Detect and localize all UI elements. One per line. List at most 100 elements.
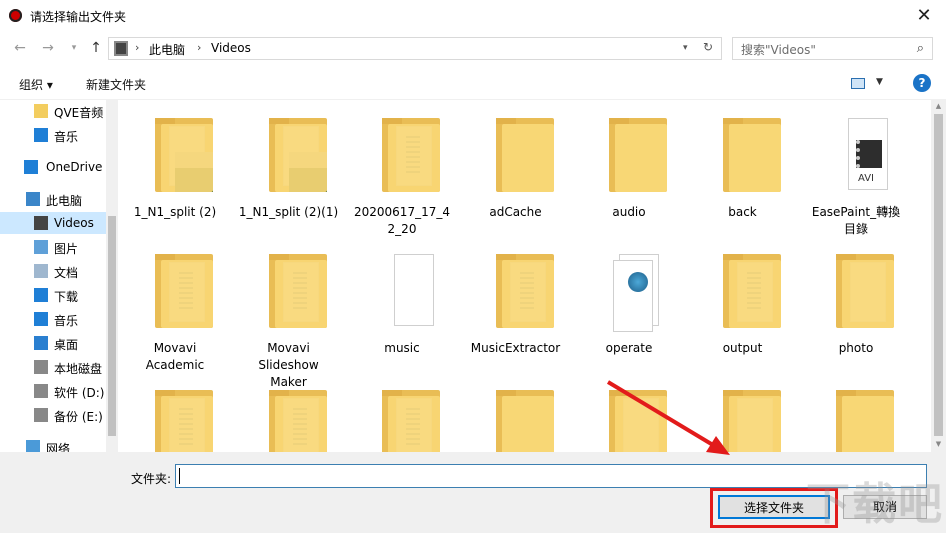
file-name: 1_N1_split (2) <box>133 205 217 219</box>
folder-front <box>842 396 894 452</box>
app-icon <box>9 9 22 22</box>
sidebar-item[interactable]: 网络 <box>0 436 118 452</box>
file-tile[interactable]: 1_N1_split (2)(1) <box>233 100 345 230</box>
music-icon <box>34 128 48 142</box>
file-tile[interactable]: photo <box>800 236 912 366</box>
sidebar-item-label: QVE音频 <box>54 106 104 120</box>
sidebar-item-label: 音乐 <box>54 130 79 144</box>
search-box[interactable]: 搜索"Videos" ⌕ <box>732 37 933 60</box>
refresh-icon[interactable]: ↻ <box>703 40 713 54</box>
folder-front <box>161 396 213 452</box>
file-name: 20200617_17_4 2_20 <box>354 205 450 236</box>
back-arrow-icon[interactable]: ← <box>10 38 30 58</box>
file-tile[interactable]: back <box>687 100 799 230</box>
sidebar-item[interactable]: OneDrive <box>0 156 118 178</box>
file-tile[interactable]: adCache <box>460 100 572 230</box>
file-tile[interactable]: operate <box>573 236 685 366</box>
help-icon[interactable]: ? <box>913 74 931 92</box>
folder-front <box>501 396 554 452</box>
address-dropdown-icon[interactable]: ▾ <box>683 43 688 53</box>
breadcrumb-this-pc[interactable]: 此电脑 <box>149 41 185 58</box>
file-name: photo <box>838 341 874 355</box>
sidebar-item-label: OneDrive <box>46 160 103 174</box>
file-tile[interactable]: 1_N1_split (2) <box>119 100 231 230</box>
file-tile[interactable]: output <box>687 236 799 366</box>
sidebar-item[interactable]: 此电脑 <box>0 188 118 210</box>
content-scroll-thumb[interactable] <box>934 114 943 436</box>
sidebar-item[interactable]: 软件 (D:) <box>0 380 118 402</box>
file-tile[interactable]: Movavi Slideshow Maker <box>233 236 345 389</box>
sidebar-item-label: 备份 (E:) <box>54 410 103 424</box>
file-tile[interactable] <box>460 372 572 452</box>
up-arrow-icon[interactable]: ↑ <box>86 38 106 58</box>
file-tile[interactable]: MusicExtractor <box>460 236 572 366</box>
folder-front <box>388 396 440 452</box>
file-tile[interactable] <box>687 372 799 452</box>
sidebar-item[interactable]: 备份 (E:) <box>0 404 118 426</box>
sidebar-item[interactable]: 音乐 <box>0 308 118 330</box>
breadcrumb-videos[interactable]: Videos <box>211 41 251 55</box>
new-folder-button[interactable]: 新建文件夹 <box>86 76 146 93</box>
file-tile[interactable] <box>346 372 458 452</box>
file-name: music <box>384 341 420 355</box>
file-tile[interactable] <box>119 372 231 452</box>
recent-chevron-icon[interactable]: ▾ <box>64 38 84 58</box>
cloud-icon <box>24 160 38 174</box>
file-tile[interactable]: audio <box>573 100 685 230</box>
sidebar-item-label: 图片 <box>54 242 79 256</box>
sidebar-item-label: 下载 <box>54 290 79 304</box>
sidebar-item[interactable]: 本地磁盘 <box>0 356 118 378</box>
organize-menu[interactable]: 组织 ▾ <box>19 76 53 93</box>
folder-front <box>501 124 554 192</box>
search-icon[interactable]: ⌕ <box>917 41 924 56</box>
file-tile[interactable] <box>800 372 912 452</box>
sidebar-item[interactable]: 下载 <box>0 284 118 306</box>
file-tile[interactable]: 20200617_17_4 2_20 <box>346 100 458 236</box>
sidebar-item[interactable]: QVE音频 <box>0 100 118 122</box>
file-name: EasePaint_轉換 目錄 <box>811 205 901 236</box>
file-name: Movavi Academic <box>145 341 205 372</box>
sidebar-item[interactable]: 音乐 <box>0 124 118 146</box>
sidebar-item-label: 音乐 <box>54 314 79 328</box>
view-options-icon[interactable] <box>851 78 865 89</box>
sidebar-item-label: 此电脑 <box>46 194 83 208</box>
address-bar[interactable]: › 此电脑 › Videos ▾ ↻ <box>108 37 722 60</box>
file-tile[interactable] <box>233 372 345 452</box>
sidebar-scroll-thumb[interactable] <box>108 216 116 436</box>
documents-icon <box>34 264 48 278</box>
breadcrumb-separator-icon: › <box>197 41 202 54</box>
file-tile[interactable]: music <box>346 236 458 366</box>
folder-front <box>161 124 213 192</box>
forward-arrow-icon[interactable]: → <box>38 38 58 58</box>
breadcrumb-separator-icon: › <box>135 41 140 54</box>
scroll-down-icon[interactable]: ▼ <box>934 440 943 448</box>
search-placeholder: 搜索"Videos" <box>741 43 816 57</box>
video-file-icon <box>856 140 882 168</box>
sidebar-item[interactable]: 文档 <box>0 260 118 282</box>
drive-icon <box>34 384 48 398</box>
sidebar-item[interactable]: 图片 <box>0 236 118 258</box>
folder-front <box>728 124 781 192</box>
video-folder-icon <box>114 41 128 56</box>
video-icon <box>34 216 48 230</box>
folder-front <box>161 260 213 328</box>
file-tile[interactable] <box>573 372 685 452</box>
sidebar-scrollbar[interactable] <box>106 100 118 452</box>
file-name: audio <box>612 205 646 219</box>
scroll-up-icon[interactable]: ▲ <box>934 102 943 110</box>
folder-icon <box>34 104 48 118</box>
close-icon[interactable]: ✕ <box>912 4 936 28</box>
window-title: 请选择输出文件夹 <box>30 10 127 24</box>
folder-front <box>274 260 327 328</box>
sidebar-item[interactable]: Videos <box>0 212 118 234</box>
view-dropdown-icon[interactable]: ▼ <box>876 77 883 87</box>
sidebar-item[interactable]: 桌面 <box>0 332 118 354</box>
folder-front <box>728 260 781 328</box>
sidebar-item-label: Videos <box>54 216 94 230</box>
navigation-pane: QVE音频 音乐 OneDrive 此电脑 Videos 图片 文档 下载 音乐 桌面 本地磁盘 软件… <box>0 100 118 452</box>
avi-label: AVI <box>858 173 874 184</box>
file-tile[interactable]: Movavi Academic <box>119 236 231 372</box>
folder-front <box>501 260 554 328</box>
content-scrollbar[interactable]: ▲ ▼ <box>931 100 946 452</box>
file-tile[interactable]: AVI EasePaint_轉換 目錄 <box>800 100 912 236</box>
